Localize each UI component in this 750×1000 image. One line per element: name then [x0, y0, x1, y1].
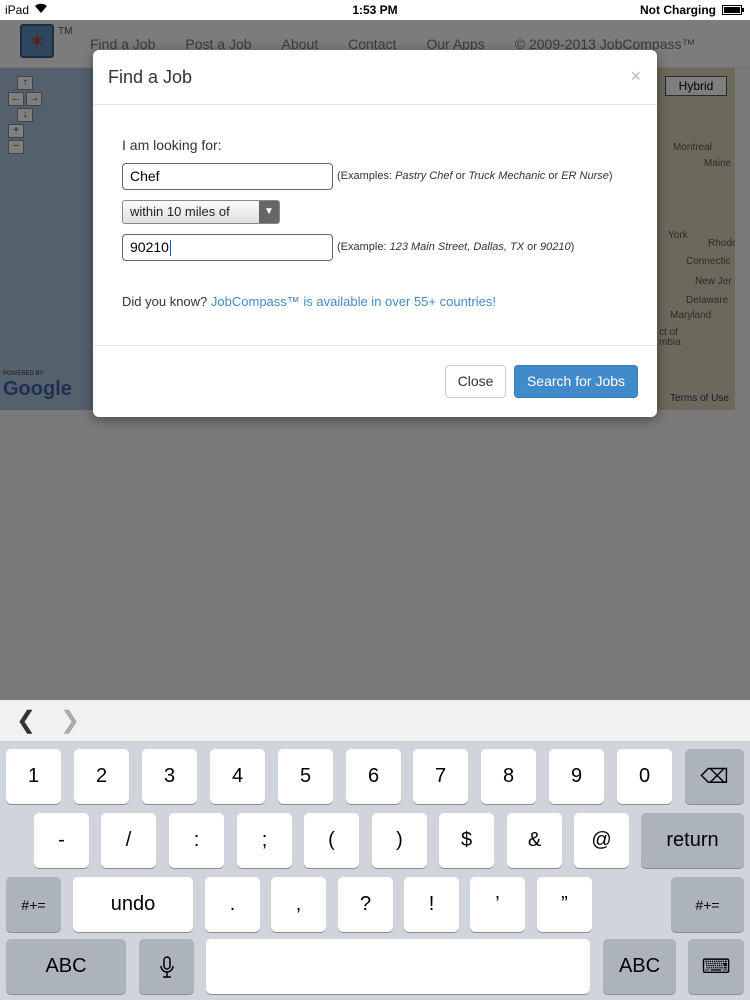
key-4[interactable]: 4: [210, 749, 265, 804]
key-dollar[interactable]: $: [439, 813, 494, 868]
previous-field-icon[interactable]: ❮: [16, 706, 36, 735]
dropdown-arrow-icon: ▼: [259, 201, 279, 223]
key-1[interactable]: 1: [6, 749, 61, 804]
modal-body: I am looking for: Chef (Examples: Pastry…: [93, 105, 657, 346]
status-bar: iPad 1:53 PM Not Charging: [0, 0, 750, 20]
hint-text: ): [570, 241, 575, 253]
close-button[interactable]: Close: [445, 365, 506, 398]
keyboard: 1 2 3 4 5 6 7 8 9 0 ⌫ - / : ; ( ) $ & @ …: [0, 742, 750, 1000]
key-colon[interactable]: :: [169, 813, 224, 868]
location-input[interactable]: 90210: [122, 234, 333, 261]
hint-text: (Example:: [337, 241, 390, 253]
keyboard-accessory-bar: ❮ ❯: [0, 700, 750, 742]
key-6[interactable]: 6: [346, 749, 401, 804]
key-question[interactable]: ?: [338, 877, 393, 932]
battery-icon: [722, 5, 744, 15]
key-period[interactable]: .: [205, 877, 260, 932]
delete-icon[interactable]: ⌫: [685, 749, 744, 804]
microphone-icon[interactable]: [139, 939, 194, 994]
modal-title: Find a Job: [108, 67, 193, 87]
hint-example: 90210: [540, 241, 571, 253]
search-for-jobs-button[interactable]: Search for Jobs: [514, 365, 638, 398]
key-comma[interactable]: ,: [271, 877, 326, 932]
find-job-modal: Find a Job × I am looking for: Chef (Exa…: [93, 50, 657, 417]
abc-key-left[interactable]: ABC: [6, 939, 126, 994]
hint-example: ER Nurse: [561, 170, 609, 182]
key-2[interactable]: 2: [74, 749, 129, 804]
close-icon[interactable]: ×: [630, 66, 641, 87]
location-value: 90210: [130, 239, 169, 255]
key-5[interactable]: 5: [278, 749, 333, 804]
battery-status: Not Charging: [640, 3, 716, 17]
key-exclamation[interactable]: !: [404, 877, 459, 932]
hint-text: ): [608, 170, 613, 182]
modal-header: Find a Job ×: [93, 50, 657, 105]
more-symbols-key[interactable]: #+=: [6, 877, 61, 932]
key-3[interactable]: 3: [142, 749, 197, 804]
radius-value: within 10 miles of: [130, 204, 230, 219]
key-apostrophe[interactable]: ’: [470, 877, 525, 932]
did-you-know-label: Did you know?: [122, 294, 208, 309]
modal-footer: Close Search for Jobs: [93, 346, 657, 416]
key-dash[interactable]: -: [34, 813, 89, 868]
hint-example: 123 Main Street, Dallas, TX: [389, 241, 525, 253]
key-0[interactable]: 0: [617, 749, 672, 804]
key-7[interactable]: 7: [413, 749, 468, 804]
job-title-value: Chef: [130, 168, 160, 184]
status-right: Not Charging: [640, 3, 744, 17]
return-key[interactable]: return: [641, 813, 744, 868]
location-hint: (Example: 123 Main Street, Dallas, TX or…: [337, 241, 574, 253]
space-key[interactable]: [206, 939, 590, 994]
key-ampersand[interactable]: &: [507, 813, 562, 868]
did-you-know: Did you know? JobCompass™ is available i…: [122, 294, 496, 309]
more-symbols-key-right[interactable]: #+=: [671, 877, 744, 932]
abc-key-right[interactable]: ABC: [603, 939, 676, 994]
countries-link[interactable]: JobCompass™ is available in over 55+ cou…: [211, 294, 496, 309]
hint-example: Truck Mechanic: [468, 170, 546, 182]
undo-key[interactable]: undo: [73, 877, 193, 932]
hint-example: Pastry Chef: [395, 170, 453, 182]
job-title-hint: (Examples: Pastry Chef or Truck Mechanic…: [337, 170, 613, 182]
hint-text: or: [545, 170, 562, 182]
key-9[interactable]: 9: [549, 749, 604, 804]
key-quote[interactable]: ”: [537, 877, 592, 932]
hint-text: (Examples:: [337, 170, 396, 182]
key-slash[interactable]: /: [101, 813, 156, 868]
key-semicolon[interactable]: ;: [237, 813, 292, 868]
key-8[interactable]: 8: [481, 749, 536, 804]
next-field-icon[interactable]: ❯: [60, 706, 80, 735]
hint-text: or: [452, 170, 469, 182]
text-cursor: [169, 240, 171, 257]
clock: 1:53 PM: [352, 3, 398, 17]
key-at[interactable]: @: [574, 813, 629, 868]
looking-for-label: I am looking for:: [122, 137, 222, 153]
radius-select[interactable]: within 10 miles of ▼: [122, 200, 280, 224]
key-open-paren[interactable]: (: [304, 813, 359, 868]
job-title-input[interactable]: Chef: [122, 163, 333, 190]
hide-keyboard-icon[interactable]: ⌨: [688, 939, 744, 994]
hint-text: or: [524, 241, 540, 253]
key-close-paren[interactable]: ): [372, 813, 427, 868]
